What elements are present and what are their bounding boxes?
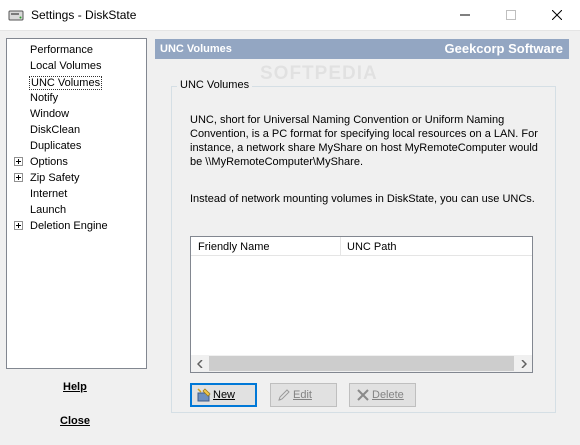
scroll-left-button[interactable] xyxy=(191,355,208,372)
tree-item-label: Launch xyxy=(30,204,67,216)
edit-button[interactable]: Edit xyxy=(270,383,337,407)
new-button-label: New xyxy=(213,389,236,401)
tree-item-label: UNC Volumes xyxy=(29,76,103,90)
tree-item-label: Zip Safety xyxy=(30,172,80,184)
new-button[interactable]: New xyxy=(190,383,257,407)
scroll-right-button[interactable] xyxy=(515,355,532,372)
new-item-icon xyxy=(197,388,211,402)
tree-item-label: Deletion Engine xyxy=(30,220,108,232)
edit-button-label: Edit xyxy=(293,389,312,401)
close-icon xyxy=(552,10,562,20)
brand-name: Geekcorp Software xyxy=(444,41,564,56)
maximize-icon xyxy=(506,10,516,20)
chevron-left-icon xyxy=(196,359,203,368)
list-header: Friendly Name UNC Path xyxy=(191,237,532,256)
expand-plus-icon[interactable] xyxy=(14,173,23,182)
close-window-button[interactable] xyxy=(534,0,580,30)
column-header-friendly-name[interactable]: Friendly Name xyxy=(198,241,270,253)
tree-item-label: Options xyxy=(30,156,68,168)
groupbox-label: UNC Volumes xyxy=(177,79,253,91)
scroll-thumb[interactable] xyxy=(209,356,514,371)
tree-item-label: Performance xyxy=(30,44,93,56)
unc-usage-note: Instead of network mounting volumes in D… xyxy=(190,193,535,205)
minimize-icon xyxy=(460,14,470,16)
tree-item-label: Internet xyxy=(30,188,68,200)
maximize-button[interactable] xyxy=(488,0,534,30)
tree-item-label: Duplicates xyxy=(30,140,82,152)
expand-plus-icon[interactable] xyxy=(14,221,23,230)
diskstate-app-icon xyxy=(8,10,24,21)
help-button[interactable]: Help xyxy=(63,381,87,393)
section-header: UNC Volumes Geekcorp Software xyxy=(155,39,569,59)
tree-item-label: Window xyxy=(30,108,70,120)
delete-button-label: Delete xyxy=(372,389,404,401)
tree-item-label: Local Volumes xyxy=(30,60,102,72)
window-title: Settings - DiskState xyxy=(31,8,137,22)
horizontal-scrollbar[interactable] xyxy=(191,355,532,372)
column-header-unc-path[interactable]: UNC Path xyxy=(347,241,397,253)
chevron-right-icon xyxy=(520,359,527,368)
minimize-button[interactable] xyxy=(442,0,488,30)
close-button[interactable]: Close xyxy=(60,415,90,427)
tree-item-label: Notify xyxy=(30,92,59,104)
settings-tree[interactable]: Performance Local Volumes UNC Volumes No… xyxy=(6,38,147,369)
unc-volumes-list[interactable]: Friendly Name UNC Path xyxy=(190,236,533,373)
watermark: SOFTPEDIA xyxy=(260,63,378,84)
title-bar: Settings - DiskState xyxy=(0,0,580,31)
unc-description: UNC, short for Universal Naming Conventi… xyxy=(190,114,538,168)
tree-item-label: DiskClean xyxy=(30,124,81,136)
expand-plus-icon[interactable] xyxy=(14,157,23,166)
delete-button[interactable]: Delete xyxy=(349,383,416,407)
section-title: UNC Volumes xyxy=(160,43,232,55)
column-divider[interactable] xyxy=(340,237,341,256)
pencil-icon xyxy=(278,389,290,401)
delete-x-icon xyxy=(357,389,369,401)
